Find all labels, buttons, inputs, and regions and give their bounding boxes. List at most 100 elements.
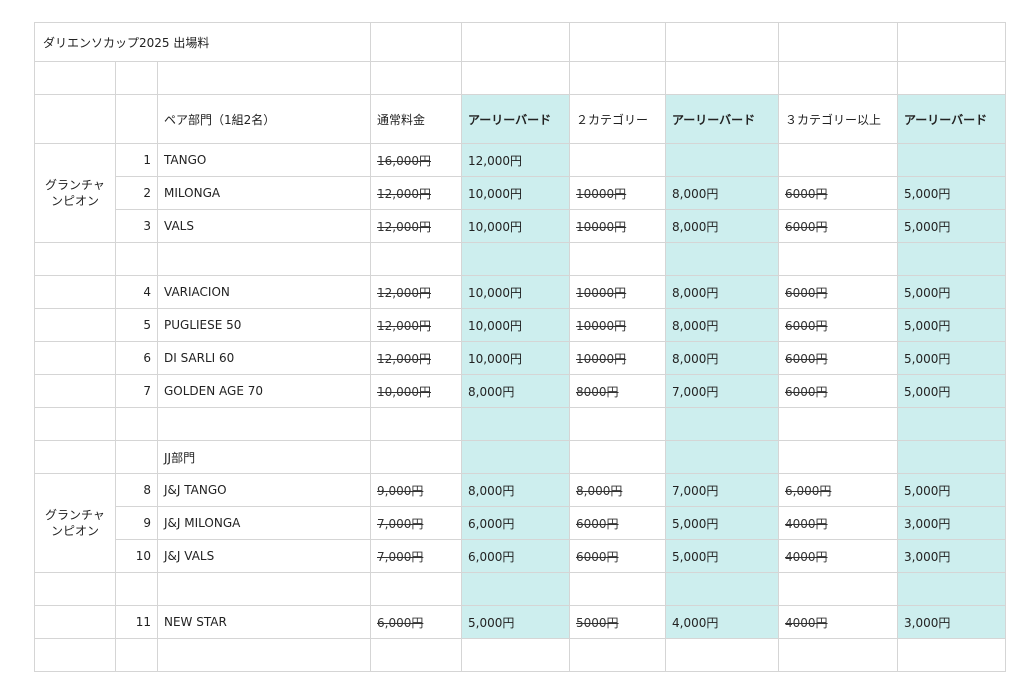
three-category-price: [778, 143, 898, 177]
row-number: 3: [115, 209, 158, 243]
normal-price: 6,000円: [370, 605, 462, 639]
category-name: VALS: [157, 209, 371, 243]
early-price-1: 8,000円: [461, 473, 570, 507]
normal-price: 10,000円: [370, 374, 462, 408]
row-number: 6: [115, 341, 158, 375]
three-category-price: 6000円: [778, 209, 898, 243]
category-name: GOLDEN AGE 70: [157, 374, 371, 408]
category-name: J&J TANGO: [157, 473, 371, 507]
header-early-1: アーリーバード: [461, 94, 570, 144]
two-category-price: 10000円: [569, 275, 666, 309]
early-price-2: 4,000円: [665, 605, 779, 639]
spacer-row: [34, 407, 1006, 441]
three-category-price: 6000円: [778, 275, 898, 309]
two-category-price: 6000円: [569, 506, 666, 540]
jj-section-row: JJ部門: [34, 440, 1006, 474]
early-price-1: 10,000円: [461, 308, 570, 342]
header-two-category: ２カテゴリー: [569, 94, 666, 144]
normal-price: 12,000円: [370, 275, 462, 309]
table-row: 4 VARIACION 12,000円 10,000円 10000円 8,000円 6000…: [34, 275, 1006, 309]
early-price-2: 7,000円: [665, 374, 779, 408]
category-name: DI SARLI 60: [157, 341, 371, 375]
two-category-price: [569, 143, 666, 177]
early-price-3: 5,000円: [897, 341, 1006, 375]
early-price-1: 12,000円: [461, 143, 570, 177]
spacer-row: [34, 572, 1006, 606]
early-price-3: 3,000円: [897, 605, 1006, 639]
row-number: 11: [115, 605, 158, 639]
normal-price: 12,000円: [370, 209, 462, 243]
row-number: 10: [115, 539, 158, 573]
category-name: NEW STAR: [157, 605, 371, 639]
early-price-3: 5,000円: [897, 308, 1006, 342]
header-three-category: ３カテゴリー以上: [778, 94, 898, 144]
normal-price: 7,000円: [370, 539, 462, 573]
table-row: 5 PUGLIESE 50 12,000円 10,000円 10000円 8,000円 60…: [34, 308, 1006, 342]
three-category-price: 6,000円: [778, 473, 898, 507]
two-category-price: 8,000円: [569, 473, 666, 507]
early-price-2: 8,000円: [665, 275, 779, 309]
table-row: 9 J&J MILONGA 7,000円 6,000円 6000円 5,000円 4000円…: [35, 506, 1006, 540]
early-price-3: 3,000円: [897, 539, 1006, 573]
category-name: TANGO: [157, 143, 371, 177]
two-category-price: 5000円: [569, 605, 666, 639]
normal-price: 16,000円: [370, 143, 462, 177]
early-price-3: [897, 143, 1006, 177]
two-category-price: 6000円: [569, 539, 666, 573]
row-number: 1: [115, 143, 158, 177]
two-category-price: 10000円: [569, 341, 666, 375]
three-category-price: 6000円: [778, 341, 898, 375]
early-price-1: 6,000円: [461, 506, 570, 540]
category-name: VARIACION: [157, 275, 371, 309]
three-category-price: 6000円: [778, 176, 898, 210]
early-price-2: 7,000円: [665, 473, 779, 507]
table-row: 6 DI SARLI 60 12,000円 10,000円 10000円 8,000円 60…: [34, 341, 1006, 375]
early-price-1: 10,000円: [461, 275, 570, 309]
table-row: 10 J&J VALS 7,000円 6,000円 6000円 5,000円 4000円 3,…: [35, 539, 1006, 573]
spacer-row: [34, 242, 1006, 276]
jj-section-label: JJ部門: [157, 440, 371, 474]
group-label: グランチャンピオン: [34, 143, 116, 243]
two-category-price: 10000円: [569, 308, 666, 342]
normal-price: 12,000円: [370, 341, 462, 375]
early-price-3: 5,000円: [897, 374, 1006, 408]
three-category-price: 4000円: [778, 539, 898, 573]
early-price-3: 5,000円: [897, 176, 1006, 210]
early-price-3: 3,000円: [897, 506, 1006, 540]
early-price-2: 5,000円: [665, 506, 779, 540]
early-price-2: [665, 143, 779, 177]
normal-price: 7,000円: [370, 506, 462, 540]
header-early-2: アーリーバード: [665, 94, 779, 144]
table-row: 11 NEW STAR 6,000円 5,000円 5000円 4,000円 4000円 3,…: [34, 605, 1006, 639]
early-price-2: 8,000円: [665, 176, 779, 210]
early-price-1: 10,000円: [461, 341, 570, 375]
category-name: PUGLIESE 50: [157, 308, 371, 342]
header-pair: ペア部門（1組2名）: [157, 94, 371, 144]
row-number: 5: [115, 308, 158, 342]
header-early-3: アーリーバード: [897, 94, 1006, 144]
early-price-2: 8,000円: [665, 308, 779, 342]
fee-table: ダリエンソカップ2025 出場料 ペア部門（1組2名） 通常料金 アーリーバード…: [34, 22, 1006, 672]
early-price-1: 10,000円: [461, 176, 570, 210]
early-price-1: 10,000円: [461, 209, 570, 243]
two-category-price: 10000円: [569, 176, 666, 210]
header-row: ペア部門（1組2名） 通常料金 アーリーバード ２カテゴリー アーリーバード ３…: [34, 94, 1006, 144]
normal-price: 12,000円: [370, 176, 462, 210]
row-number: 9: [115, 506, 158, 540]
early-price-1: 5,000円: [461, 605, 570, 639]
early-price-3: 5,000円: [897, 275, 1006, 309]
table-row: グランチャンピオン 1 TANGO 16,000円 12,000円: [34, 143, 1006, 243]
row-number: 8: [115, 473, 158, 507]
table-row: 3 VALS 12,000円 10,000円 10000円 8,000円 6000円 5,00…: [35, 209, 1006, 243]
row-number: 7: [115, 374, 158, 408]
table-row: 2 MILONGA 12,000円 10,000円 10000円 8,000円 6000円 5…: [35, 176, 1006, 210]
row-number: 4: [115, 275, 158, 309]
spacer-row: [34, 638, 1006, 672]
page-title: ダリエンソカップ2025 出場料: [34, 22, 371, 62]
early-price-2: 5,000円: [665, 539, 779, 573]
three-category-price: 4000円: [778, 605, 898, 639]
row-number: 2: [115, 176, 158, 210]
early-price-3: 5,000円: [897, 473, 1006, 507]
early-price-1: 6,000円: [461, 539, 570, 573]
two-category-price: 8000円: [569, 374, 666, 408]
